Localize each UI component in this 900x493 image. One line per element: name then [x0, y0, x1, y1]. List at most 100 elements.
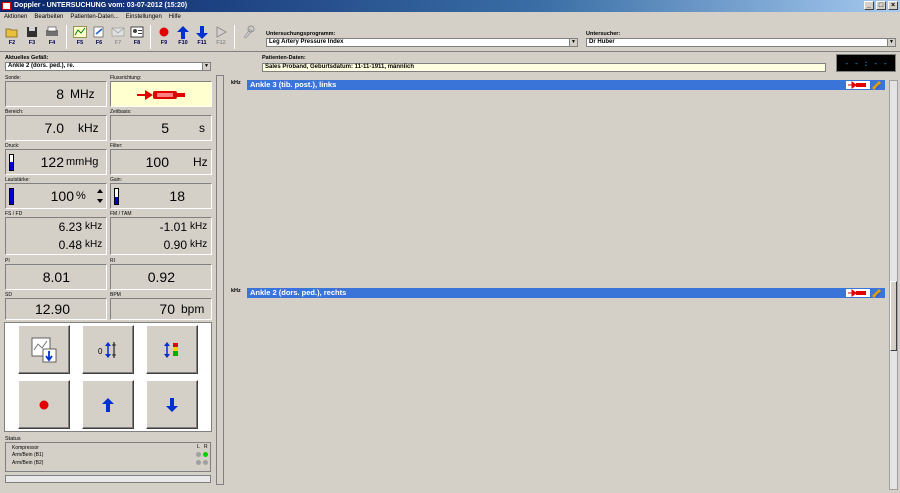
minimize-button[interactable]: _: [864, 1, 874, 10]
record-big-button[interactable]: [18, 380, 70, 429]
fd-value: 0.48: [58, 238, 82, 252]
gain-value: 18: [169, 188, 185, 204]
title-bar: Doppler - UNTERSUCHUNG vom: 03-07-2012 (…: [0, 0, 900, 12]
volume-unit: %: [76, 190, 86, 202]
chevron-down-icon[interactable]: ▼: [202, 63, 210, 70]
window-title: Doppler - UNTERSUCHUNG vom: 03-07-2012 (…: [14, 2, 188, 9]
fmtam-cell: -1.01 kHz 0.90 kHz: [110, 217, 212, 255]
chevron-down-icon[interactable]: ▼: [887, 39, 895, 46]
arrow-down-icon: [195, 25, 209, 39]
menu-patienten-daten[interactable]: Patienten-Daten...: [70, 12, 118, 22]
zeitbasis-value: 5: [161, 120, 169, 136]
record-button[interactable]: F9: [156, 25, 172, 48]
up-big-button[interactable]: [82, 380, 134, 429]
volume-spinner[interactable]: [96, 187, 104, 205]
app-icon: [2, 2, 11, 10]
program-select[interactable]: Leg Artery Pressure Index ▼: [266, 38, 578, 47]
mail-icon: [111, 25, 125, 39]
close-button[interactable]: ×: [888, 1, 898, 10]
toolbar-separator: [234, 25, 235, 49]
toolbar-separator: [66, 25, 67, 49]
arrow-up-icon: [102, 397, 114, 412]
sd-value: 12.90: [34, 301, 70, 317]
chart-icon: [73, 25, 87, 39]
save-button[interactable]: F3: [24, 25, 40, 48]
open-folder-icon: [5, 25, 19, 39]
play-button[interactable]: F12: [213, 25, 229, 48]
menu-aktionen[interactable]: Aktionen: [4, 12, 27, 22]
down-button[interactable]: F11: [194, 25, 210, 48]
tam-unit: kHz: [190, 239, 208, 250]
program-label: Untersuchungsprogramm:: [266, 31, 336, 37]
gain-adjust-button[interactable]: [146, 325, 198, 374]
chart-button[interactable]: F5: [72, 25, 88, 48]
maximize-button[interactable]: □: [876, 1, 886, 10]
export-button[interactable]: [18, 325, 70, 374]
bpm-unit: bpm: [181, 302, 205, 316]
plots-scrollbar-thumb[interactable]: [890, 281, 897, 351]
doppler-window: Doppler - UNTERSUCHUNG vom: 03-07-2012 (…: [0, 0, 900, 493]
bereich-value: 7.0: [44, 120, 64, 136]
help-button[interactable]: [240, 25, 256, 39]
record-icon: [157, 25, 171, 39]
report-button[interactable]: F6: [91, 25, 107, 48]
status-row-b2: Arm/Bein (B2): [12, 460, 44, 466]
ri-value: 0.92: [147, 269, 175, 285]
b1-right-indicator: [203, 452, 208, 457]
status-box: Kompressor L R Arm/Bein (B1) Arm/Bein (B…: [5, 442, 211, 472]
fs-unit: kHz: [85, 221, 103, 232]
arrow-down-icon: [166, 397, 178, 412]
range-adjust-icon: 0: [98, 341, 116, 358]
menu-bar: Aktionen Bearbeiten Patienten-Daten... E…: [0, 12, 900, 22]
print-button[interactable]: F4: [44, 25, 60, 48]
down-big-button[interactable]: [146, 380, 198, 429]
status-row-b1: Arm/Bein (B1): [12, 452, 44, 458]
report-icon: [92, 25, 106, 39]
bpm-cell: 70 bpm: [110, 298, 212, 320]
open-button[interactable]: F2: [4, 25, 20, 48]
b2-left-indicator: [196, 460, 201, 465]
filter-cell: 100 Hz: [110, 149, 212, 175]
patient-label: Patienten-Daten:: [262, 55, 306, 61]
status-progress-bar: [5, 475, 211, 483]
filter-unit: Hz: [193, 155, 208, 169]
sd-cell: 12.90: [5, 298, 107, 320]
mail-button[interactable]: F7: [110, 25, 126, 48]
zeitbasis-cell: 5 s: [110, 115, 212, 141]
volume-cell: 100 %: [5, 183, 107, 209]
flow-direction-cell[interactable]: [110, 81, 212, 107]
plots-scrollbar[interactable]: [889, 80, 898, 490]
pi-value: 8.01: [42, 269, 70, 285]
bereich-cell: 7.0 kHz: [5, 115, 107, 141]
kompressor-label: Kompressor: [12, 445, 39, 451]
vessel-label: Aktuelles Gefäß:: [5, 55, 49, 61]
spectrum-chart-top: [231, 80, 885, 280]
print-icon: [45, 25, 59, 39]
toolbar-separator: [150, 25, 151, 49]
doppler-plot-bottom: kHz Ankle 2 (dors. ped.), rechts -7-6-5-…: [231, 288, 885, 490]
program-value: Leg Artery Pressure Index: [269, 39, 344, 45]
fm-value: -1.01: [159, 220, 187, 234]
fm-unit: kHz: [190, 221, 208, 232]
vessel-select[interactable]: Ankle 2 (dors. ped.), re. ▼: [5, 62, 211, 71]
bpm-value: 70: [159, 301, 175, 317]
zeitbasis-unit: s: [199, 121, 205, 135]
up-button[interactable]: F10: [175, 25, 191, 48]
id-card-button[interactable]: F8: [129, 25, 145, 48]
record-icon: [39, 400, 49, 409]
examiner-value: Dr Huber: [589, 39, 615, 45]
chevron-down-icon[interactable]: ▼: [569, 39, 577, 46]
play-icon: [214, 25, 228, 39]
filter-value: 100: [145, 154, 169, 170]
vessel-value: Ankle 2 (dors. ped.), re.: [8, 63, 75, 69]
druck-value: 122: [40, 154, 64, 170]
menu-hilfe[interactable]: Hilfe: [169, 12, 181, 22]
examiner-select[interactable]: Dr Huber ▼: [586, 38, 896, 47]
fd-unit: kHz: [85, 239, 103, 250]
gain-cell: 18: [110, 183, 212, 209]
left-panel-scrollbar[interactable]: [216, 75, 224, 485]
spectrum-chart-bottom: [231, 288, 885, 490]
menu-bearbeiten[interactable]: Bearbeiten: [34, 12, 63, 22]
range-adjust-button[interactable]: 0: [82, 325, 134, 374]
menu-einstellungen[interactable]: Einstellungen: [126, 12, 162, 22]
